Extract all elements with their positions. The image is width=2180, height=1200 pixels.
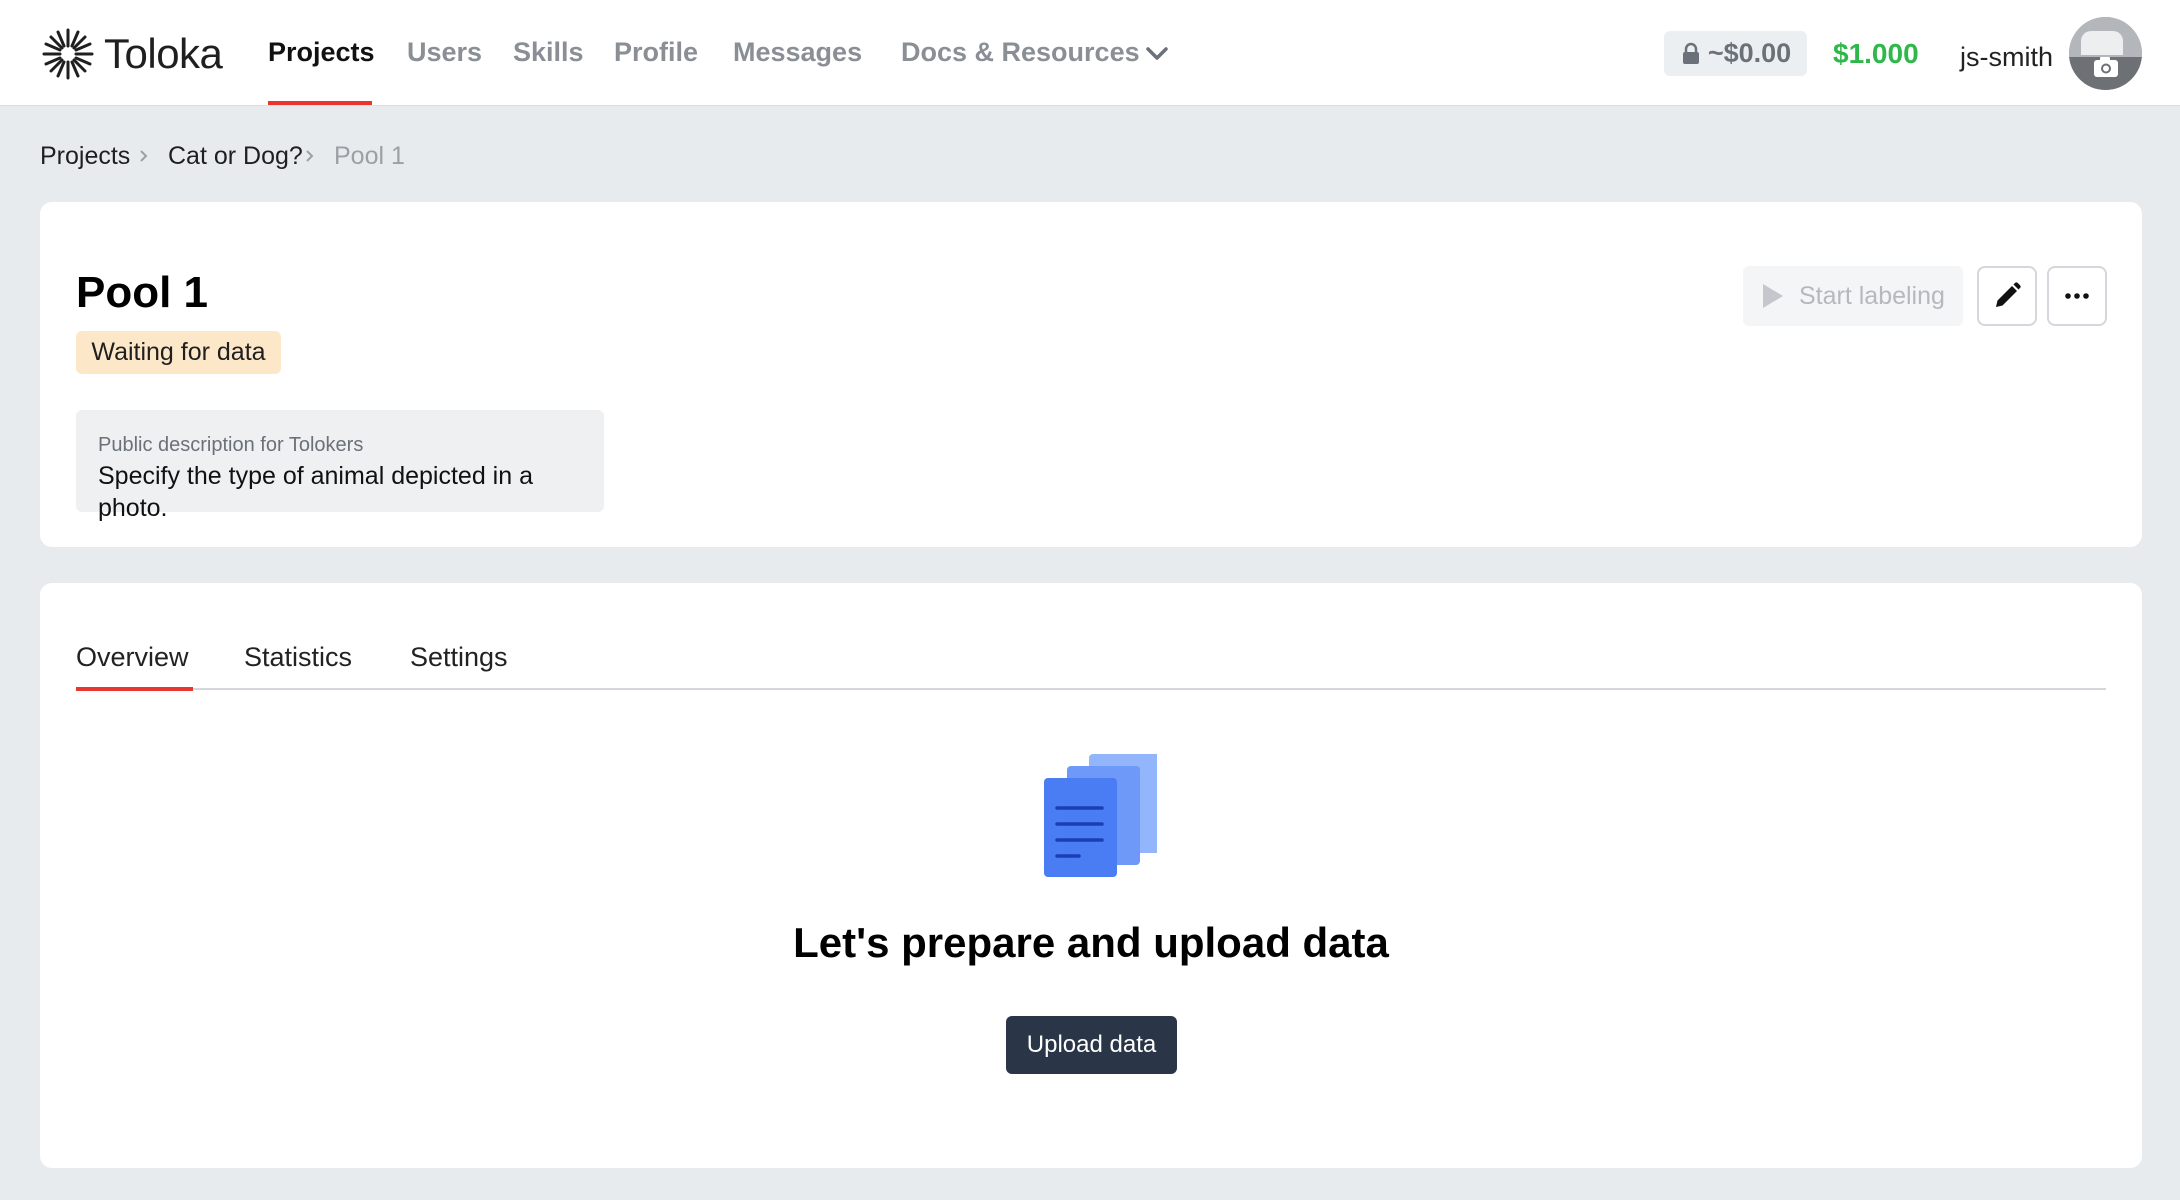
documents-icon <box>1044 754 1157 877</box>
username[interactable]: js-smith <box>1960 38 2053 76</box>
logo-text: Toloka <box>104 30 223 77</box>
breadcrumb-project[interactable]: Cat or Dog? <box>168 139 303 173</box>
toloka-logo[interactable]: Toloka <box>40 26 223 82</box>
chevron-right-icon <box>306 150 314 162</box>
breadcrumb-current: Pool 1 <box>334 142 405 170</box>
description-label: Public description for Tolokers <box>98 434 364 456</box>
start-labeling-button[interactable]: Start labeling <box>1743 266 1963 326</box>
page-title: Pool 1 <box>76 268 209 317</box>
nav-messages[interactable]: Messages <box>733 33 862 71</box>
nav-users[interactable]: Users <box>407 33 482 71</box>
top-header: Toloka Projects Users Skills Profile Mes… <box>0 0 2180 106</box>
user-avatar-icon <box>2069 17 2142 90</box>
nav-projects[interactable]: Projects <box>268 33 375 71</box>
description-text: Specify the type of animal depicted in a… <box>98 462 533 522</box>
active-tab-indicator <box>76 687 193 691</box>
account-balance[interactable]: $1.000 <box>1833 35 1919 73</box>
tab-overview[interactable]: Overview <box>76 637 189 677</box>
pool-content-card: Overview Statistics Settings Let's prepa… <box>40 583 2142 1168</box>
chevron-down-icon[interactable] <box>1143 40 1171 68</box>
nav-skills[interactable]: Skills <box>513 33 584 71</box>
start-labeling-label: Start labeling <box>1799 281 1945 310</box>
active-nav-indicator <box>268 101 372 105</box>
status-badge: Waiting for data <box>76 331 281 374</box>
locked-balance-value: ~$0.00 <box>1707 38 1792 68</box>
more-actions-button[interactable] <box>2047 266 2107 326</box>
nav-docs-resources[interactable]: Docs & Resources <box>901 33 1140 71</box>
breadcrumb-projects[interactable]: Projects <box>40 139 130 173</box>
toloka-logo-icon <box>42 28 94 80</box>
tab-settings[interactable]: Settings <box>410 637 508 677</box>
edit-button[interactable] <box>1977 266 2037 326</box>
tabs-divider <box>76 688 2106 690</box>
tab-statistics[interactable]: Statistics <box>244 637 352 677</box>
nav-profile[interactable]: Profile <box>614 33 698 71</box>
chevron-right-icon <box>140 150 148 162</box>
locked-balance[interactable]: ~$0.00 <box>1664 31 1807 76</box>
lock-icon <box>1682 42 1699 64</box>
empty-state-title: Let's prepare and upload data <box>793 919 1389 966</box>
pool-info-card: Pool 1 Waiting for data Public descripti… <box>40 202 2142 547</box>
more-horizontal-icon <box>2065 293 2089 299</box>
pencil-icon <box>1996 282 2021 307</box>
upload-data-button[interactable]: Upload data <box>1006 1016 1177 1074</box>
avatar[interactable] <box>2069 17 2142 90</box>
public-description: Public description for Tolokers Specify … <box>76 410 604 522</box>
play-icon <box>1763 284 1783 308</box>
